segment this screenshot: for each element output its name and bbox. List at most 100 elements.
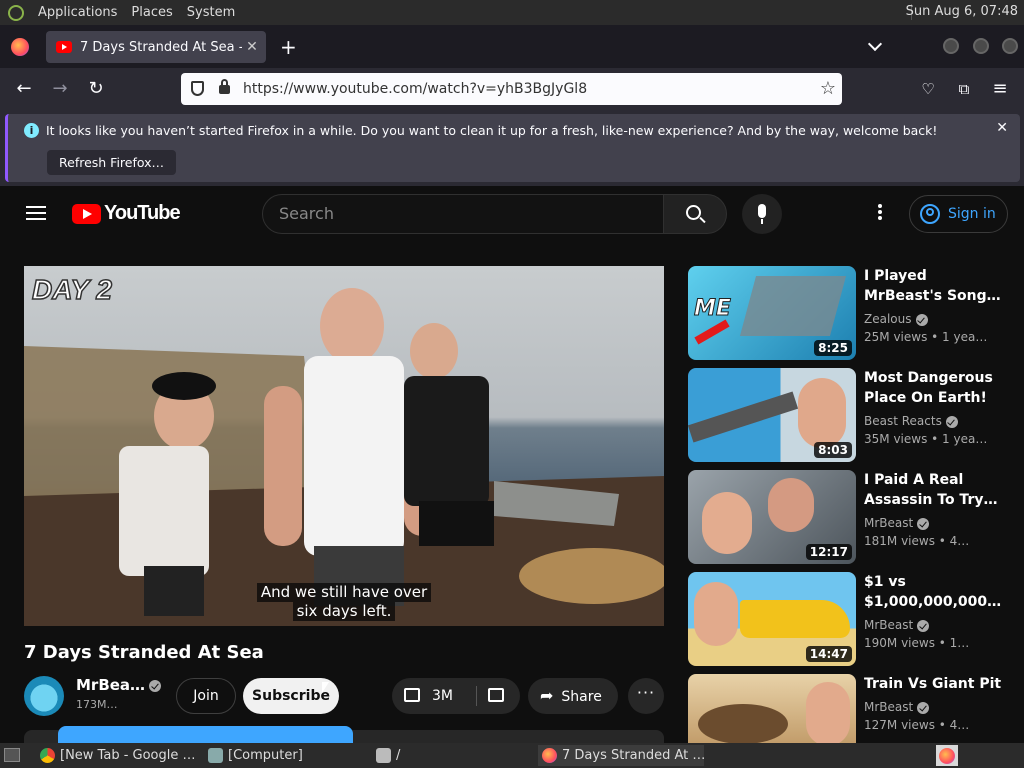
rec-title-line-1[interactable]: I Paid A Real bbox=[864, 470, 1004, 490]
verified-icon bbox=[149, 679, 162, 692]
info-icon: i bbox=[24, 123, 39, 138]
notification-bar: i It looks like you haven’t started Fire… bbox=[0, 110, 1024, 186]
rec-channel[interactable]: MrBeast bbox=[864, 516, 930, 530]
rec-meta: 190M views • 1… bbox=[864, 636, 970, 650]
pocket-icon[interactable]: ♡ bbox=[917, 78, 939, 100]
nav-bar: ← → ↻ https://www.youtube.com/watch?v=yh… bbox=[0, 68, 1024, 110]
thumbs-down-icon bbox=[488, 688, 504, 702]
system-menu[interactable]: System bbox=[187, 5, 235, 20]
rec-channel-text: Beast Reacts bbox=[864, 414, 942, 428]
more-actions-button[interactable]: ··· bbox=[628, 678, 664, 714]
folder-icon bbox=[376, 748, 391, 763]
recommendation-item[interactable]: ME 8:25 I Played MrBeast's Song… Zealous… bbox=[688, 266, 1018, 360]
show-desktop-icon[interactable] bbox=[4, 748, 20, 762]
close-tab-icon[interactable]: ✕ bbox=[242, 39, 262, 55]
verified-icon bbox=[917, 701, 930, 714]
rec-title-line-1[interactable]: Train Vs Giant Pit bbox=[864, 674, 1004, 694]
back-icon[interactable]: ← bbox=[13, 78, 35, 100]
microphone-icon bbox=[758, 204, 766, 218]
url-text: https://www.youtube.com/watch?v=yhB3BgJy… bbox=[243, 81, 588, 97]
video-player[interactable]: DAY 2 And we still have over six days le… bbox=[24, 266, 664, 626]
taskbar-item-computer[interactable]: [Computer] bbox=[204, 745, 364, 766]
rec-title-line-1[interactable]: Most Dangerous bbox=[864, 368, 1004, 388]
taskbar-item-firefox[interactable]: 7 Days Stranded At … bbox=[538, 745, 704, 766]
dislike-button[interactable] bbox=[488, 678, 504, 714]
refresh-firefox-button[interactable]: Refresh Firefox… bbox=[47, 150, 177, 175]
rec-channel[interactable]: MrBeast bbox=[864, 618, 930, 632]
computer-icon bbox=[208, 748, 223, 763]
applications-menu[interactable]: Applications bbox=[38, 5, 117, 20]
rec-title-line-2[interactable]: $1,000,000,000… bbox=[864, 592, 1004, 612]
face-shape bbox=[806, 682, 850, 743]
rec-meta: 25M views • 1 yea… bbox=[864, 330, 988, 344]
url-bar[interactable]: https://www.youtube.com/watch?v=yhB3BgJy… bbox=[181, 73, 842, 105]
rec-channel-text: MrBeast bbox=[864, 618, 914, 632]
rec-title-line-2[interactable]: MrBeast's Song… bbox=[864, 286, 1004, 306]
youtube-play-icon bbox=[72, 203, 101, 224]
rec-thumbnail[interactable]: 14:47 bbox=[688, 572, 856, 666]
recommendation-item[interactable]: 14:47 $1 vs $1,000,000,000… MrBeast 190M… bbox=[688, 572, 1018, 666]
piano-shape bbox=[739, 276, 847, 336]
sign-in-button[interactable]: Sign in bbox=[909, 195, 1008, 233]
rec-thumb-text: ME bbox=[694, 296, 732, 322]
notification-message: It looks like you haven’t started Firefo… bbox=[46, 123, 938, 138]
blue-popup-edge bbox=[58, 726, 353, 743]
firefox-tray-icon[interactable] bbox=[939, 748, 955, 764]
new-tab-button[interactable]: + bbox=[280, 35, 297, 59]
close-window-button[interactable] bbox=[1002, 38, 1018, 54]
forward-icon[interactable]: → bbox=[49, 78, 71, 100]
youtube-logo[interactable]: YouTube bbox=[72, 202, 181, 225]
reload-icon[interactable]: ↻ bbox=[85, 78, 107, 100]
share-button[interactable]: ➦ Share bbox=[528, 678, 618, 714]
rec-title-line-2[interactable]: Assassin To Try… bbox=[864, 490, 1004, 510]
taskbar-label: 7 Days Stranded At … bbox=[562, 748, 704, 763]
bookmark-star-icon[interactable]: ☆ bbox=[820, 78, 836, 99]
rec-title-line-2[interactable]: Place On Earth! bbox=[864, 388, 1004, 408]
like-divider bbox=[476, 686, 477, 706]
recommendation-item[interactable]: 12:17 I Paid A Real Assassin To Try… MrB… bbox=[688, 470, 1018, 564]
close-notification-icon[interactable]: ✕ bbox=[996, 120, 1008, 136]
maximize-window-button[interactable] bbox=[973, 38, 989, 54]
minimize-window-button[interactable] bbox=[943, 38, 959, 54]
rec-channel[interactable]: MrBeast bbox=[864, 700, 930, 714]
settings-dots-icon[interactable] bbox=[872, 204, 888, 224]
menu-icon[interactable] bbox=[26, 206, 46, 220]
rec-thumbnail[interactable]: 12:17 bbox=[688, 470, 856, 564]
rec-channel-text: MrBeast bbox=[864, 516, 914, 530]
taskbar-label: [Computer] bbox=[228, 748, 303, 763]
places-menu[interactable]: Places bbox=[131, 5, 172, 20]
taskbar-label: / bbox=[396, 748, 401, 763]
rec-thumbnail[interactable]: 8:03 bbox=[688, 368, 856, 462]
recommendation-item[interactable]: 8:03 Most Dangerous Place On Earth! Beas… bbox=[688, 368, 1018, 462]
tab-youtube[interactable]: 7 Days Stranded At Sea - YouTube ✕ bbox=[46, 31, 266, 63]
youtube-favicon-icon bbox=[56, 41, 72, 53]
clock[interactable]: Sun Aug 6, 07:48 bbox=[906, 4, 1018, 19]
rec-channel[interactable]: Zealous bbox=[864, 312, 928, 326]
rec-duration: 14:47 bbox=[805, 646, 852, 662]
app-menu-icon[interactable]: ≡ bbox=[989, 78, 1011, 100]
pit-shape bbox=[698, 704, 788, 743]
gnome-foot-icon[interactable] bbox=[8, 4, 24, 21]
share-label: Share bbox=[561, 689, 602, 705]
channel-name[interactable]: MrBea… bbox=[76, 676, 162, 694]
rec-channel-text: MrBeast bbox=[864, 700, 914, 714]
join-button[interactable]: Join bbox=[176, 678, 236, 714]
tab-title: 7 Days Stranded At Sea - YouTube bbox=[80, 39, 242, 55]
firefox-view-icon[interactable] bbox=[11, 38, 29, 56]
extensions-icon[interactable]: ⧉ bbox=[953, 78, 975, 100]
rec-channel[interactable]: Beast Reacts bbox=[864, 414, 958, 428]
channel-avatar[interactable] bbox=[24, 676, 64, 716]
taskbar-item-folder[interactable]: / bbox=[372, 745, 532, 766]
rec-title-line-1[interactable]: $1 vs bbox=[864, 572, 1004, 592]
shield-icon[interactable] bbox=[191, 81, 204, 96]
rec-thumbnail[interactable]: ME 8:25 bbox=[688, 266, 856, 360]
recommendation-item[interactable]: Train Vs Giant Pit MrBeast 127M views • … bbox=[688, 674, 1018, 743]
taskbar-item-new-tab[interactable]: [New Tab - Google … bbox=[36, 745, 202, 766]
like-button[interactable]: 3M bbox=[404, 678, 453, 714]
rec-thumbnail[interactable] bbox=[688, 674, 856, 743]
search-button[interactable] bbox=[663, 194, 727, 234]
list-tabs-icon[interactable] bbox=[867, 36, 883, 52]
voice-search-button[interactable] bbox=[742, 194, 782, 234]
rec-title-line-1[interactable]: I Played bbox=[864, 266, 1004, 286]
search-input[interactable]: Search bbox=[262, 194, 664, 234]
